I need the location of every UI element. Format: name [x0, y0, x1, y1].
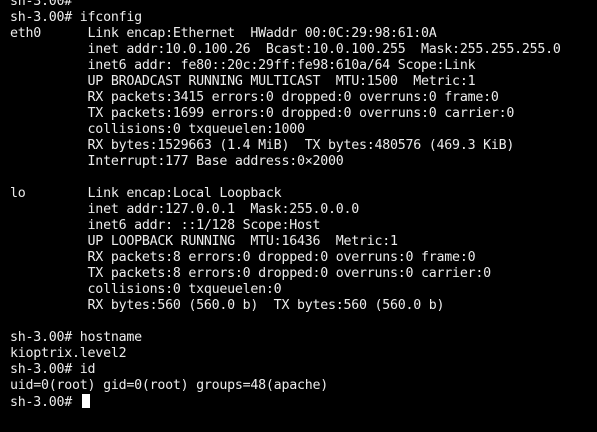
output-line: collisions:0 txqueuelen:0: [10, 282, 282, 297]
output-line: UP BROADCAST RUNNING MULTICAST MTU:1500 …: [10, 74, 476, 89]
output-line: inet addr:127.0.0.1 Mask:255.0.0.0: [10, 202, 360, 217]
output-line: inet6 addr: fe80::20c:29ff:fe98:610a/64 …: [10, 58, 476, 73]
output-line: TX packets:8 errors:0 dropped:0 overruns…: [10, 266, 492, 281]
prompt-line[interactable]: sh-3.00#: [10, 394, 597, 410]
output-line: kioptrix.level2: [10, 346, 127, 361]
output-line: uid=0(root) gid=0(root) groups=48(apache…: [10, 378, 328, 393]
output-line: lo Link encap:Local Loopback: [10, 186, 282, 201]
output-line: RX bytes:1529663 (1.4 MiB) TX bytes:4805…: [10, 138, 515, 153]
output-line: sh-3.00#: [10, 0, 73, 9]
output-line: UP LOOPBACK RUNNING MTU:16436 Metric:1: [10, 234, 398, 249]
output-line: TX packets:1699 errors:0 dropped:0 overr…: [10, 106, 515, 121]
output-line: inet addr:10.0.100.26 Bcast:10.0.100.255…: [10, 42, 561, 57]
output-line: RX packets:8 errors:0 dropped:0 overruns…: [10, 250, 476, 265]
command-line: sh-3.00# hostname: [10, 330, 142, 345]
output-line: collisions:0 txqueuelen:1000: [10, 122, 305, 137]
command-line: sh-3.00# ifconfig: [10, 10, 142, 25]
output-line: inet6 addr: ::1/128 Scope:Host: [10, 218, 321, 233]
output-line: RX packets:3415 errors:0 dropped:0 overr…: [10, 90, 499, 105]
text-cursor[interactable]: [81, 394, 90, 408]
terminal-window[interactable]: sh-3.00# sh-3.00# ifconfig eth0 Link enc…: [0, 0, 597, 432]
output-line: Interrupt:177 Base address:0×2000: [10, 154, 344, 169]
output-line: RX bytes:560 (560.0 b) TX bytes:560 (560…: [10, 298, 445, 313]
shell-prompt: sh-3.00#: [10, 395, 73, 410]
output-line: eth0 Link encap:Ethernet HWaddr 00:0C:29…: [10, 26, 437, 41]
command-line: sh-3.00# id: [10, 362, 96, 377]
